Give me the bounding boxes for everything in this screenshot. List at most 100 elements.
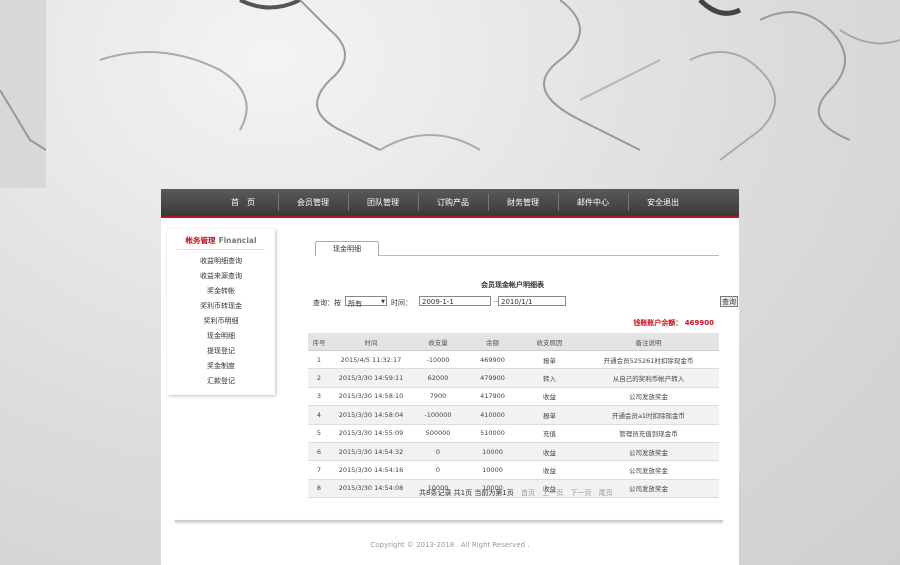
table-cell: 2015/3/30 14:54:32 [330, 442, 412, 462]
table-cell: 2015/3/30 14:54:08 [330, 479, 412, 499]
pager: 共8条记录 共1页 当前为第1页 首页 上一页 下一页 尾页 [419, 488, 613, 498]
pager-prev[interactable]: 上一页 [542, 489, 563, 497]
table-cell: 2015/4/5 11:32:17 [330, 350, 412, 370]
table-cell: 收益 [521, 460, 578, 480]
table-cell: 469900 [464, 350, 521, 370]
tab-bar: 现金明细 [315, 241, 719, 256]
col-header: 收支原因 [521, 333, 578, 351]
nav-team[interactable]: 团队管理 [348, 189, 418, 216]
table-cell: 417900 [464, 387, 521, 407]
table-cell: 开通会员a1时扣除现金币 [578, 405, 719, 425]
table-cell: 公司发放奖金 [578, 387, 719, 407]
table-cell: 0 [412, 442, 464, 462]
table-cell: 管理员充值到现金币 [578, 424, 719, 443]
table-row: 2 2015/3/30 14:59:11 62000 479900 转入 从自己的奖利币帐… [308, 368, 719, 388]
filter-select[interactable]: 所有 [345, 296, 387, 308]
end-date-input[interactable]: 2010/1/1 [498, 296, 566, 306]
table-cell: 公司发放奖金 [578, 442, 719, 462]
table-row: 5 2015/3/30 14:55:09 500000 510000 充值 管理员充值到现… [308, 424, 719, 443]
pager-last[interactable]: 尾页 [599, 489, 613, 497]
time-label: 时间： [391, 299, 412, 307]
table-cell: 2015/3/30 14:58:10 [330, 387, 412, 407]
filter-select-value: 所有 [348, 300, 362, 308]
table-cell: 转入 [521, 368, 578, 388]
query-button[interactable]: 查询 [720, 296, 738, 307]
table-cell: 4 [308, 405, 330, 425]
footer-divider [175, 520, 723, 522]
puzzle-background [0, 0, 900, 188]
top-nav: 首 页 会员管理 团队管理 订购产品 财务管理 邮件中心 安全退出 [161, 189, 739, 218]
table-header-row: 序号 时间 收支量 余额 收支原因 备注说明 [308, 333, 719, 351]
sidebar-item-cash-detail[interactable]: 现金明细 [167, 329, 275, 344]
table-cell: 2015/3/30 14:55:09 [330, 424, 412, 443]
pager-next[interactable]: 下一页 [571, 489, 592, 497]
table-cell: 2 [308, 368, 330, 388]
table-cell: 报单 [521, 405, 578, 425]
sidebar-item-income-source[interactable]: 收益来源查询 [167, 269, 275, 284]
nav-order[interactable]: 订购产品 [418, 189, 488, 216]
main-panel: 首 页 会员管理 团队管理 订购产品 财务管理 邮件中心 安全退出 帐务管理 Fi… [161, 189, 739, 565]
tab-cash-detail[interactable]: 现金明细 [315, 241, 379, 256]
table-cell: 62000 [412, 368, 464, 388]
table-cell: 479900 [464, 368, 521, 388]
pager-summary: 共8条记录 共1页 当前为第1页 [419, 489, 514, 497]
cash-detail-table: 序号 时间 收支量 余额 收支原因 备注说明 1 2015/4/5 11:32:1… [308, 333, 719, 499]
table-cell: 从自己的奖利币帐户转入 [578, 368, 719, 388]
table-cell: 10000 [464, 460, 521, 480]
table-cell: 0 [412, 460, 464, 480]
table-cell: 充值 [521, 424, 578, 443]
sidebar-item-withdraw[interactable]: 提现登记 [167, 344, 275, 359]
table-cell: 收益 [521, 442, 578, 462]
query-label: 查询：按 [313, 299, 341, 307]
col-header: 备注说明 [578, 333, 719, 351]
table-cell: 2015/3/30 14:59:11 [330, 368, 412, 388]
table-cell: -100000 [412, 405, 464, 425]
nav-members[interactable]: 会员管理 [278, 189, 348, 216]
sidebar-item-bonus-transfer[interactable]: 奖金转帐 [167, 284, 275, 299]
table-row: 1 2015/4/5 11:32:17 -10000 469900 报单 开通会员5252… [308, 350, 719, 370]
sidebar-item-coin-detail[interactable]: 奖利币明细 [167, 314, 275, 329]
table-cell: 2015/3/30 14:58:04 [330, 405, 412, 425]
query-form: 查询：按 所有 时间： 2009-1-1 -- 2010/1/1 查询 [313, 296, 738, 308]
nav-mail[interactable]: 邮件中心 [558, 189, 628, 216]
table-cell: 收益 [521, 387, 578, 407]
table-row: 7 2015/3/30 14:54:16 0 10000 收益 公司发放奖金 [308, 460, 719, 480]
table-row: 6 2015/3/30 14:54:32 0 10000 收益 公司发放奖金 [308, 442, 719, 462]
table-cell: 开通会员525261时扣除现金币 [578, 350, 719, 370]
nav-finance[interactable]: 财务管理 [488, 189, 558, 216]
pager-first[interactable]: 首页 [521, 489, 535, 497]
sidebar-menu: 收益明细查询 收益来源查询 奖金转帐 奖利币转现金 奖利币明细 现金明细 提现登… [167, 254, 275, 389]
sidebar-item-income-detail[interactable]: 收益明细查询 [167, 254, 275, 269]
table-cell: 公司发放奖金 [578, 460, 719, 480]
nav-home[interactable]: 首 页 [208, 189, 278, 216]
sidebar-item-remittance[interactable]: 汇款登记 [167, 374, 275, 389]
col-header: 收支量 [412, 333, 464, 351]
account-balance: 钱账账户余额： 469900 [633, 319, 714, 327]
table-cell: 7 [308, 460, 330, 480]
table-cell: 3 [308, 387, 330, 407]
table-cell: 10000 [464, 442, 521, 462]
table-cell: 1 [308, 350, 330, 370]
table-cell: 500000 [412, 424, 464, 443]
sidebar-title-en: Financial [218, 236, 257, 245]
table-cell: 510000 [464, 424, 521, 443]
report-title: 会员现金帐户明细表 [481, 281, 544, 289]
start-date-input[interactable]: 2009-1-1 [419, 296, 491, 306]
table-cell: 8 [308, 479, 330, 499]
col-header: 余额 [464, 333, 521, 351]
table-cell: 7900 [412, 387, 464, 407]
sidebar-item-bonus-policy[interactable]: 奖金制度 [167, 359, 275, 374]
sidebar-item-coin-to-cash[interactable]: 奖利币转现金 [167, 299, 275, 314]
table-cell: 5 [308, 424, 330, 443]
table-row: 3 2015/3/30 14:58:10 7900 417900 收益 公司发放奖金 [308, 387, 719, 407]
col-header: 序号 [308, 333, 330, 351]
sidebar: 帐务管理 Financial 收益明细查询 收益来源查询 奖金转帐 奖利币转现金 … [167, 229, 275, 395]
sidebar-title: 帐务管理 Financial [177, 229, 265, 250]
col-header: 时间 [330, 333, 412, 351]
table-cell: 报单 [521, 350, 578, 370]
nav-logout[interactable]: 安全退出 [628, 189, 698, 216]
sidebar-title-cn: 帐务管理 [185, 236, 216, 245]
table-cell: 2015/3/30 14:54:16 [330, 460, 412, 480]
table-cell: -10000 [412, 350, 464, 370]
copyright: Copyright © 2013-2018 . All Right Reserv… [370, 541, 530, 549]
